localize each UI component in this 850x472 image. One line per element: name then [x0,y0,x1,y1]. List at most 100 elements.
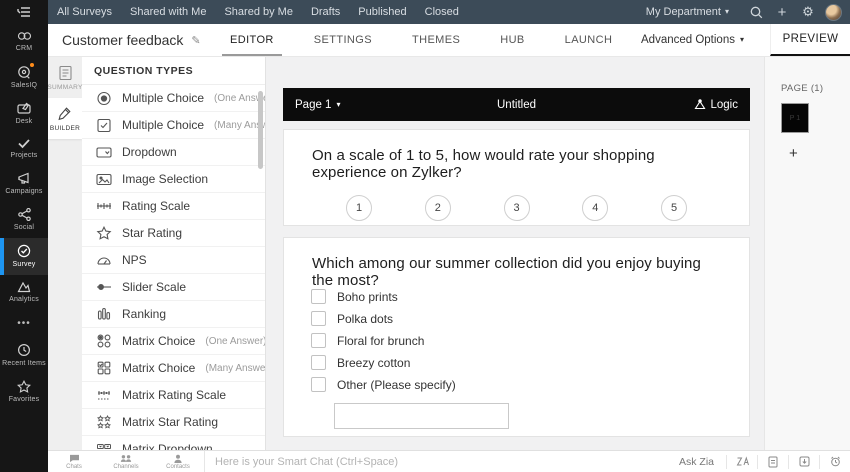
sidebar-item-salesiq[interactable]: SalesIQ [0,59,48,96]
department-selector[interactable]: My Department ▾ [646,6,729,18]
summary-label: SUMMARY [48,84,83,91]
nav-shared-by-me[interactable]: Shared by Me [215,6,301,18]
sidebar-more-icon[interactable]: ••• [0,310,48,337]
page-selector-label: Page 1 [295,99,331,111]
question-2-text: Which among our summer collection did yo… [284,238,749,289]
qtype-dropdown[interactable]: Dropdown [82,139,265,166]
sidebar-item-campaigns[interactable]: Campaigns [0,166,48,202]
qtype-label: Matrix Star Rating [122,415,218,429]
checkbox[interactable] [311,311,326,326]
question-card-1[interactable]: On a scale of 1 to 5, how would rate you… [283,129,750,226]
qtype-sub: (One Answer) [205,336,266,347]
sidebar-item-crm[interactable]: CRM [0,24,48,59]
checkbox[interactable] [311,333,326,348]
qtype-label: Image Selection [122,172,208,186]
settings-gear-icon[interactable]: ⚙ [795,4,821,20]
qtype-sub: (Many Answers) [205,363,266,374]
checkbox[interactable] [311,355,326,370]
chats-button[interactable]: Chats [48,454,100,470]
sidebar-item-survey[interactable]: Survey [0,238,48,275]
scale-option-4[interactable]: 4 [582,195,608,221]
page-1-thumbnail[interactable]: P 1 [781,103,809,133]
user-avatar[interactable] [825,4,842,21]
sidebar-item-social[interactable]: Social [0,202,48,238]
projects-icon [17,138,31,149]
qtype-multiple-choice-many[interactable]: Multiple Choice (Many Answers) [82,112,265,139]
scale-option-2[interactable]: 2 [425,195,451,221]
scale-option-5[interactable]: 5 [661,195,687,221]
zia-icon[interactable] [727,456,757,467]
ask-zia-button[interactable]: Ask Zia [667,456,726,468]
option-row: Other (Please specify) [311,377,749,392]
search-icon[interactable] [743,6,769,19]
notes-icon[interactable] [758,456,788,468]
logic-button[interactable]: Logic [694,99,739,111]
tab-builder[interactable]: BUILDER [48,98,82,139]
add-page-button[interactable]: + [789,145,798,162]
sidebar-item-analytics[interactable]: Analytics [0,275,48,310]
chats-label: Chats [66,464,82,470]
logic-branch-icon [694,99,706,110]
checkbox[interactable] [311,377,326,392]
preview-button[interactable]: PREVIEW [770,24,850,56]
advanced-options-dropdown[interactable]: Advanced Options ▾ [641,34,744,46]
nav-published[interactable]: Published [349,6,415,18]
scale-option-1[interactable]: 1 [346,195,372,221]
qtype-label: Slider Scale [122,280,186,294]
qtype-matrix-choice-many[interactable]: Matrix Choice (Many Answers) [82,355,265,382]
channels-icon [120,454,132,463]
sidebar-item-label: Desk [16,118,33,125]
qtype-image-selection[interactable]: Image Selection [82,166,265,193]
qtype-ranking[interactable]: Ranking [82,301,265,328]
qtype-label: Dropdown [122,145,177,159]
tab-themes[interactable]: THEMES [410,24,462,56]
add-icon[interactable]: + [769,4,795,21]
qtype-matrix-star-rating[interactable]: Matrix Star Rating [82,409,265,436]
sidebar-item-projects[interactable]: Projects [0,132,48,166]
download-icon[interactable] [789,456,819,467]
nav-closed[interactable]: Closed [416,6,468,18]
sidebar-item-desk[interactable]: Desk [0,96,48,132]
qtype-matrix-choice-one[interactable]: Matrix Choice (One Answer) [82,328,265,355]
collapse-menu-icon[interactable] [0,0,48,24]
page-selector[interactable]: Page 1 ▾ [295,99,340,111]
qtype-slider-scale[interactable]: Slider Scale [82,274,265,301]
other-specify-input[interactable] [334,403,509,429]
smart-chat-input[interactable] [215,456,667,468]
chevron-down-icon: ▾ [740,36,744,44]
checkbox[interactable] [311,289,326,304]
matrix-star-icon [96,415,112,429]
channels-button[interactable]: Channels [100,454,152,470]
contacts-button[interactable]: Contacts [152,454,204,470]
qtype-star-rating[interactable]: Star Rating [82,220,265,247]
top-navigation: All Surveys Shared with Me Shared by Me … [48,0,850,24]
qtype-multiple-choice-one[interactable]: Multiple Choice (One Answer) [82,85,265,112]
qtype-matrix-dropdown[interactable]: Matrix Dropdown [82,436,265,450]
qtype-label: Matrix Dropdown [122,442,213,450]
question-card-2[interactable]: Which among our summer collection did yo… [283,237,750,437]
tab-settings[interactable]: SETTINGS [312,24,374,56]
question-types-scrollbar[interactable] [258,91,263,169]
qtype-matrix-rating-scale[interactable]: Matrix Rating Scale [82,382,265,409]
nav-shared-with-me[interactable]: Shared with Me [121,6,215,18]
edit-title-pencil-icon[interactable]: ✎ [191,34,200,47]
sidebar-item-recent-items[interactable]: Recent Items [0,337,48,374]
scale-option-3[interactable]: 3 [504,195,530,221]
qtype-rating-scale[interactable]: Rating Scale [82,193,265,220]
sidebar-item-label: Projects [11,152,38,159]
alarm-clock-icon[interactable] [820,456,850,467]
sidebar-item-favorites[interactable]: Favorites [0,374,48,410]
qtype-label: Ranking [122,307,166,321]
builder-label: BUILDER [50,125,80,132]
tab-hub[interactable]: HUB [498,24,526,56]
sidebar-item-label: Analytics [9,296,39,303]
nav-all-surveys[interactable]: All Surveys [48,6,121,18]
nav-drafts[interactable]: Drafts [302,6,349,18]
tab-launch[interactable]: LAUNCH [563,24,615,56]
contacts-label: Contacts [166,464,190,470]
qtype-nps[interactable]: NPS [82,247,265,274]
sidebar-item-label: Recent Items [2,360,46,367]
tab-editor[interactable]: EDITOR [228,24,276,56]
tab-summary[interactable]: SUMMARY [48,57,82,98]
rating-scale-options: 1 2 3 4 5 [284,195,749,221]
